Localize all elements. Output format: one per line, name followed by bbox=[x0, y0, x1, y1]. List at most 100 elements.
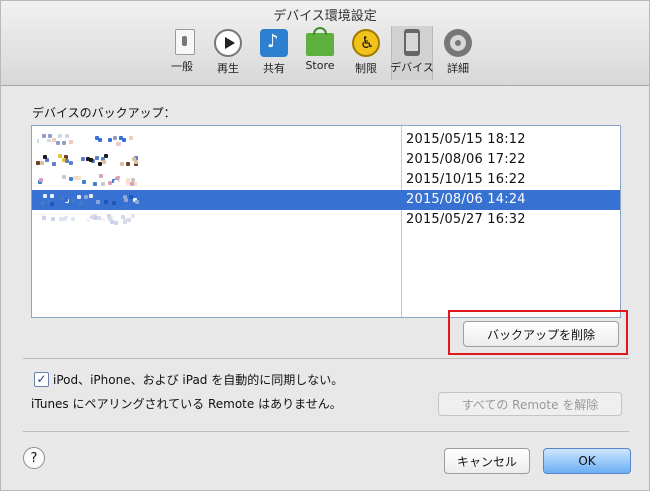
share-icon bbox=[260, 29, 288, 57]
backup-row-selected[interactable]: 2015/08/06 14:24 bbox=[32, 190, 620, 210]
pixel-block bbox=[70, 181, 74, 185]
pixel-block bbox=[113, 136, 117, 140]
pixel-block bbox=[79, 201, 83, 205]
device-preferences-window: デバイス環境設定 一般 再生 共有 Store 制限 bbox=[0, 0, 650, 491]
tab-sharing-label: 共有 bbox=[263, 62, 285, 75]
pixel-block bbox=[131, 214, 135, 218]
pixel-block bbox=[39, 178, 43, 182]
pixel-block bbox=[69, 161, 73, 165]
tab-store-label: Store bbox=[305, 59, 335, 72]
pixel-block bbox=[95, 156, 99, 160]
backup-date: 2015/08/06 14:24 bbox=[406, 192, 526, 207]
pixel-block bbox=[50, 194, 54, 198]
pixel-block bbox=[123, 195, 127, 199]
pixel-block bbox=[114, 180, 118, 184]
help-button[interactable]: ? bbox=[23, 447, 45, 469]
tab-advanced[interactable]: 詳細 bbox=[437, 26, 479, 80]
pixel-block bbox=[127, 218, 131, 222]
pixel-block bbox=[120, 162, 124, 166]
pixel-block bbox=[108, 181, 112, 185]
pixel-block bbox=[41, 201, 45, 205]
backup-date: 2015/05/15 18:12 bbox=[406, 132, 526, 147]
pixel-block bbox=[52, 162, 56, 166]
device-name-pixelated bbox=[36, 214, 146, 226]
pixel-block bbox=[108, 138, 112, 142]
pixel-block bbox=[47, 142, 51, 146]
backup-date: 2015/08/06 17:22 bbox=[406, 152, 526, 167]
pixel-block bbox=[135, 200, 139, 204]
pixel-block bbox=[77, 176, 81, 180]
pixel-block bbox=[89, 194, 93, 198]
pixel-block bbox=[60, 196, 64, 200]
pixel-block bbox=[51, 217, 55, 221]
remote-status-text: iTunes にペアリングされている Remote はありません。 bbox=[31, 397, 342, 411]
pixel-block bbox=[79, 134, 83, 138]
pixel-block bbox=[39, 139, 43, 143]
tab-general[interactable]: 一般 bbox=[161, 26, 203, 80]
backup-date: 2015/10/15 16:22 bbox=[406, 172, 526, 187]
tab-restrictions[interactable]: 制限 bbox=[345, 26, 387, 80]
backup-date: 2015/05/27 16:32 bbox=[406, 212, 526, 227]
general-icon bbox=[174, 29, 195, 55]
pixel-block bbox=[118, 201, 122, 205]
pixel-block bbox=[121, 178, 125, 182]
tab-sharing[interactable]: 共有 bbox=[253, 26, 295, 80]
tab-playback[interactable]: 再生 bbox=[207, 26, 249, 80]
sync-checkbox[interactable]: ✓ bbox=[34, 372, 49, 387]
pixel-block bbox=[71, 198, 75, 202]
device-name-pixelated bbox=[36, 154, 146, 166]
pixel-block bbox=[43, 155, 47, 159]
pixel-block bbox=[112, 201, 116, 205]
pixel-block bbox=[64, 198, 68, 202]
pixel-block bbox=[104, 200, 108, 204]
pixel-block bbox=[36, 161, 40, 165]
pixel-block bbox=[99, 174, 103, 178]
pixel-block bbox=[130, 182, 134, 186]
cancel-button[interactable]: キャンセル bbox=[444, 448, 530, 474]
backup-row[interactable]: 2015/10/15 16:22 bbox=[32, 170, 620, 190]
unpair-remote-button[interactable]: すべての Remote を解除 bbox=[438, 392, 622, 416]
footer-divider bbox=[23, 431, 629, 432]
ok-button[interactable]: OK bbox=[543, 448, 631, 474]
advanced-icon bbox=[444, 29, 472, 57]
backup-row[interactable]: 2015/05/15 18:12 bbox=[32, 130, 620, 150]
titlebar: デバイス環境設定 一般 再生 共有 Store 制限 bbox=[1, 1, 649, 86]
backup-list[interactable]: 2015/05/15 18:12 2015/08/06 17:22 2015/1… bbox=[31, 125, 621, 318]
pixel-block bbox=[40, 161, 44, 165]
backup-row[interactable]: 2015/08/06 17:22 bbox=[32, 150, 620, 170]
pixel-block bbox=[59, 217, 63, 221]
delete-backup-button[interactable]: バックアップを削除 bbox=[463, 321, 619, 347]
preferences-toolbar: 一般 再生 共有 Store 制限 デバイス bbox=[161, 26, 479, 82]
backup-section-label: デバイスのバックアップ： bbox=[32, 106, 176, 120]
pixel-block bbox=[90, 175, 94, 179]
pixel-block bbox=[65, 134, 69, 138]
pixel-block bbox=[102, 160, 106, 164]
pixel-block bbox=[101, 182, 105, 186]
pixel-block bbox=[58, 134, 62, 138]
tab-store[interactable]: Store bbox=[299, 26, 341, 80]
store-icon bbox=[306, 27, 334, 56]
pixel-block bbox=[96, 200, 100, 204]
pixel-block bbox=[134, 160, 138, 164]
play-icon bbox=[214, 29, 242, 57]
pixel-block bbox=[79, 141, 83, 145]
pixel-block bbox=[95, 136, 99, 140]
pixel-block bbox=[82, 180, 86, 184]
pixel-block bbox=[77, 195, 81, 199]
device-name-pixelated bbox=[36, 134, 146, 146]
pixel-block bbox=[93, 182, 97, 186]
pixel-block bbox=[62, 175, 66, 179]
device-name-pixelated bbox=[36, 174, 146, 186]
tab-playback-label: 再生 bbox=[217, 62, 239, 75]
pixel-block bbox=[122, 138, 126, 142]
pixel-block bbox=[116, 142, 120, 146]
pixel-block bbox=[52, 138, 56, 142]
pixel-block bbox=[126, 181, 130, 185]
pixel-block bbox=[50, 202, 54, 206]
backup-row[interactable]: 2015/05/27 16:32 bbox=[32, 210, 620, 230]
tab-general-label: 一般 bbox=[171, 60, 193, 73]
device-icon bbox=[404, 29, 420, 56]
pixel-block bbox=[69, 140, 73, 144]
tab-advanced-label: 詳細 bbox=[447, 62, 469, 75]
tab-devices[interactable]: デバイス bbox=[390, 26, 434, 80]
